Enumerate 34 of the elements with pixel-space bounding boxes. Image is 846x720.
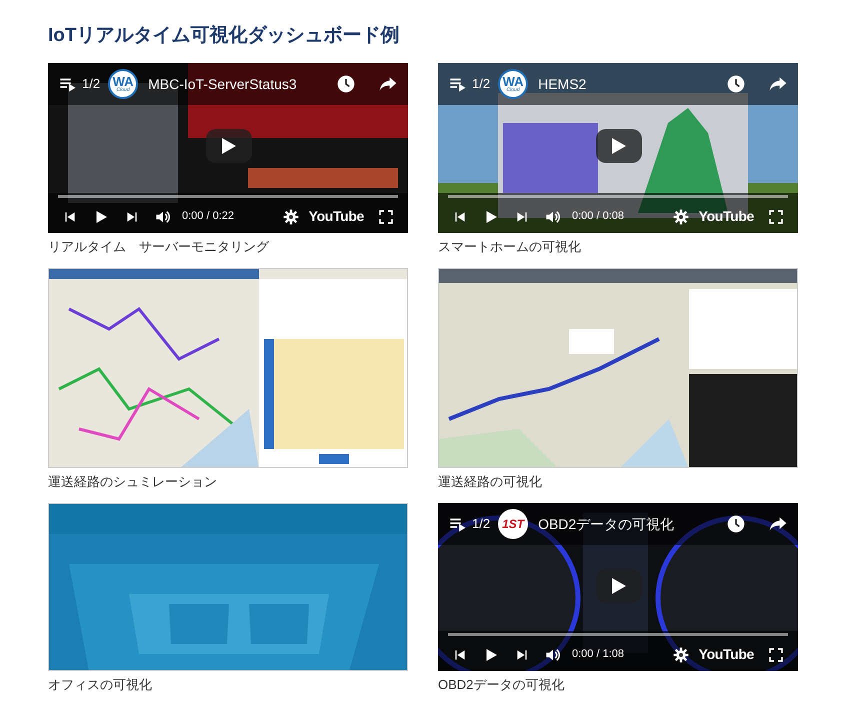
clock-icon[interactable] (726, 74, 746, 94)
fullscreen-icon[interactable] (768, 646, 784, 662)
gear-icon[interactable] (672, 646, 689, 662)
page-heading: IoTリアルタイム可視化ダッシュボード例 (48, 24, 400, 48)
clock-icon[interactable] (336, 74, 356, 94)
video-title[interactable]: MBC-IoT-ServerStatus3 (148, 74, 330, 94)
caption: リアルタイム サーバーモニタリング (48, 238, 270, 256)
caption: 運送経路のシュミレーション (48, 473, 218, 491)
play-button[interactable] (596, 569, 642, 603)
video-time: 0:00 / 1:08 (572, 647, 625, 662)
caption: スマートホームの可視化 (438, 238, 582, 256)
play-button[interactable] (596, 129, 642, 163)
video-time: 0:00 / 0:22 (182, 209, 235, 224)
playlist-counter: 1/2 (472, 515, 490, 534)
video-time: 0:00 / 0:08 (572, 209, 625, 224)
youtube-logo[interactable]: YouTube (698, 644, 754, 665)
play-icon (221, 137, 237, 155)
fullscreen-icon[interactable] (378, 208, 394, 224)
play-button[interactable] (206, 129, 252, 163)
caption: オフィスの可視化 (48, 676, 153, 694)
play-icon (611, 137, 627, 155)
video-title[interactable]: HEMS2 (538, 74, 720, 94)
playlist-counter: 1/2 (472, 75, 490, 94)
gear-icon[interactable] (282, 208, 299, 224)
clock-icon[interactable] (726, 514, 746, 534)
play-icon (611, 577, 627, 595)
caption: OBD2データの可視化 (438, 676, 566, 694)
caption: 運送経路の可視化 (438, 473, 543, 491)
fullscreen-icon[interactable] (768, 208, 784, 224)
playlist-counter: 1/2 (82, 75, 100, 94)
video-title[interactable]: OBD2データの可視化 (538, 514, 720, 534)
gear-icon[interactable] (672, 208, 689, 224)
youtube-logo[interactable]: YouTube (698, 206, 754, 227)
youtube-logo[interactable]: YouTube (308, 206, 364, 227)
